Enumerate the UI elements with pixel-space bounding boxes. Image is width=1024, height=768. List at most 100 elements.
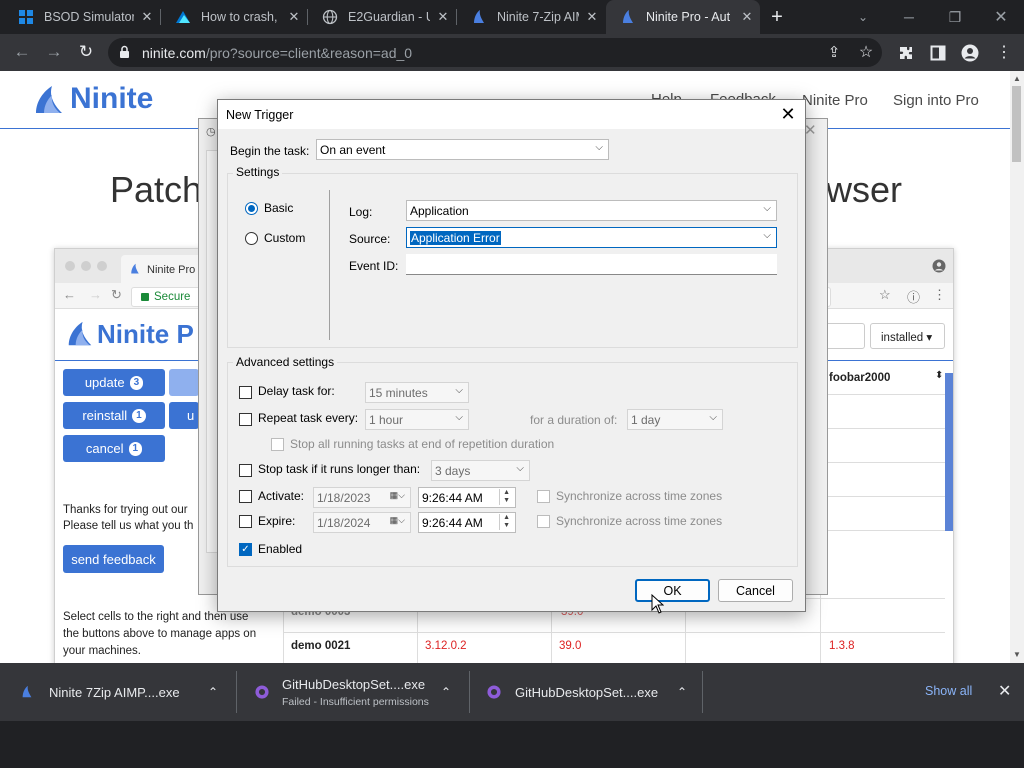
repeat-task-checkbox[interactable]	[239, 413, 252, 426]
tab-search-icon[interactable]: ⌄	[840, 0, 886, 34]
side-panel-icon[interactable]	[930, 45, 946, 61]
lock-icon[interactable]	[119, 45, 130, 59]
row-cell-version[interactable]: 1.3.8	[829, 640, 855, 652]
chevron-up-icon[interactable]: ⌃	[441, 685, 451, 699]
update-button[interactable]: update 3	[63, 369, 165, 396]
tab-e2guardian[interactable]: E2Guardian - Ur ✕	[308, 0, 456, 34]
reload-icon[interactable]: ↻	[72, 38, 100, 66]
row-cell-version[interactable]: 3.12.0.2	[425, 640, 467, 652]
stop-longer-label[interactable]: Stop task if it runs longer than:	[258, 462, 420, 476]
delay-task-label[interactable]: Delay task for:	[258, 384, 335, 398]
demo-back-icon: ←	[63, 287, 76, 302]
calendar-dropdown-icon: ▦⌵	[389, 490, 405, 500]
spinner-icon[interactable]: ▲ ▼	[499, 514, 510, 530]
nav-ninite-pro[interactable]: Ninite Pro	[802, 92, 868, 109]
download-item-github-failed[interactable]: GitHubDesktopSet....exe Failed - Insuffi…	[237, 663, 469, 721]
reinstall-button[interactable]: reinstall 1	[63, 402, 165, 429]
stop-longer-checkbox[interactable]	[239, 464, 252, 477]
activate-sync-checkbox[interactable]	[537, 490, 550, 503]
extensions-icon[interactable]	[898, 45, 914, 61]
custom-radio-label[interactable]: Custom	[264, 231, 305, 245]
download-item-ninite[interactable]: Ninite 7Zip AIMP....exe ⌃	[0, 663, 235, 721]
tab-ninite-7zip[interactable]: Ninite 7-Zip AIM ✕	[457, 0, 605, 34]
cancel-jobs-button[interactable]: cancel 1	[63, 435, 165, 462]
tab-ninite-pro[interactable]: Ninite Pro - Aut ✕	[606, 0, 760, 34]
close-tab-icon[interactable]: ✕	[430, 9, 456, 25]
send-feedback-button[interactable]: send feedback	[63, 545, 164, 573]
delay-task-select[interactable]: 15 minutes ⌵	[365, 382, 469, 403]
source-label: Source:	[349, 232, 391, 246]
scroll-up-icon[interactable]: ▲	[1010, 74, 1024, 83]
chevron-up-icon[interactable]: ⌃	[677, 685, 687, 699]
repeat-task-label[interactable]: Repeat task every:	[258, 411, 358, 425]
close-tab-icon[interactable]: ✕	[579, 9, 605, 25]
expire-sync-checkbox[interactable]	[537, 515, 550, 528]
profile-icon[interactable]	[961, 44, 979, 62]
stop-longer-select[interactable]: 3 days ⌵	[431, 460, 530, 481]
row-cell-version[interactable]: 39.0	[559, 640, 581, 652]
dialog-titlebar: New Trigger	[218, 100, 805, 129]
minimize-icon[interactable]: ─	[886, 0, 932, 34]
activate-date-picker[interactable]: 1/18/2023 ▦⌵	[313, 487, 411, 508]
back-icon[interactable]: ←	[8, 38, 36, 66]
scroll-down-icon[interactable]: ▼	[1010, 650, 1024, 659]
share-icon[interactable]: ⇪	[820, 38, 848, 66]
menu-kebab-icon[interactable]: ⋮	[990, 38, 1018, 66]
cancel-label: cancel	[85, 441, 124, 456]
delay-task-checkbox[interactable]	[239, 386, 252, 399]
expire-label[interactable]: Expire:	[258, 514, 295, 528]
spinner-icon[interactable]: ▲ ▼	[499, 489, 510, 505]
update-count-badge: 3	[129, 375, 144, 390]
basic-radio-label[interactable]: Basic	[264, 201, 293, 215]
expire-time-input[interactable]: 9:26:44 AM ▲ ▼	[418, 512, 516, 533]
demo-logo: Ninite P	[97, 319, 194, 349]
bookmark-star-icon[interactable]: ☆	[852, 38, 880, 66]
event-id-input[interactable]	[406, 254, 777, 275]
show-all-downloads-link[interactable]: Show all	[925, 684, 972, 698]
tab-how-to-crash[interactable]: How to crash, h ✕	[161, 0, 307, 34]
activate-sync-label[interactable]: Synchronize across time zones	[556, 489, 722, 503]
cancel-button[interactable]: Cancel	[718, 579, 793, 602]
activate-time-input[interactable]: 9:26:44 AM ▲ ▼	[418, 487, 516, 508]
restore-icon[interactable]: ❐	[932, 0, 978, 34]
close-shelf-icon[interactable]: ✕	[998, 681, 1011, 701]
expire-date-picker[interactable]: 1/18/2024 ▦⌵	[313, 512, 411, 533]
sort-icon[interactable]: ⬍	[935, 370, 943, 381]
stop-all-tasks-label[interactable]: Stop all running tasks at end of repetit…	[290, 437, 554, 451]
enabled-checkbox[interactable]: ✓	[239, 543, 252, 556]
row-machine-name[interactable]: demo 0021	[291, 640, 350, 652]
tab-title: How to crash, h	[201, 10, 281, 24]
ninite-icon	[22, 685, 32, 698]
dialog-close-icon[interactable]: ✕	[775, 102, 801, 127]
forward-icon[interactable]: →	[40, 38, 68, 66]
enabled-label[interactable]: Enabled	[258, 542, 302, 556]
column-header-foobar[interactable]: foobar2000	[829, 372, 890, 384]
filter-select[interactable]: installed ▾	[870, 323, 945, 349]
grid-line	[820, 428, 945, 429]
new-tab-icon[interactable]: +	[763, 3, 791, 31]
ok-button[interactable]: OK	[635, 579, 710, 602]
download-item-github[interactable]: GitHubDesktopSet....exe ⌃	[470, 663, 702, 721]
scroll-thumb[interactable]	[1012, 86, 1021, 162]
repeat-task-select[interactable]: 1 hour ⌵	[365, 409, 469, 430]
custom-radio[interactable]	[245, 232, 258, 245]
begin-task-select[interactable]: On an event ⌵	[316, 139, 609, 160]
log-select[interactable]: Application ⌵	[406, 200, 777, 221]
chevron-up-icon[interactable]: ⌃	[208, 685, 218, 699]
close-tab-icon[interactable]: ✕	[281, 9, 307, 25]
close-tab-icon[interactable]: ✕	[134, 9, 160, 25]
basic-radio[interactable]	[245, 202, 258, 215]
nav-sign-in[interactable]: Sign into Pro	[893, 92, 979, 109]
duration-select[interactable]: 1 day ⌵	[627, 409, 723, 430]
close-window-icon[interactable]: ✕	[978, 0, 1024, 34]
expire-sync-label[interactable]: Synchronize across time zones	[556, 514, 722, 528]
source-select[interactable]: Application Error ⌵	[406, 227, 777, 248]
activate-checkbox[interactable]	[239, 490, 252, 503]
address-bar[interactable]: ninite.com/pro?source=client&reason=ad_0	[108, 38, 882, 67]
close-tab-icon[interactable]: ✕	[734, 9, 760, 25]
expire-checkbox[interactable]	[239, 515, 252, 528]
tab-bsod[interactable]: BSOD Simulator ✕	[4, 0, 160, 34]
activate-label[interactable]: Activate:	[258, 489, 304, 503]
stop-all-tasks-checkbox[interactable]	[271, 438, 284, 451]
site-logo[interactable]: Ninite	[70, 82, 153, 116]
